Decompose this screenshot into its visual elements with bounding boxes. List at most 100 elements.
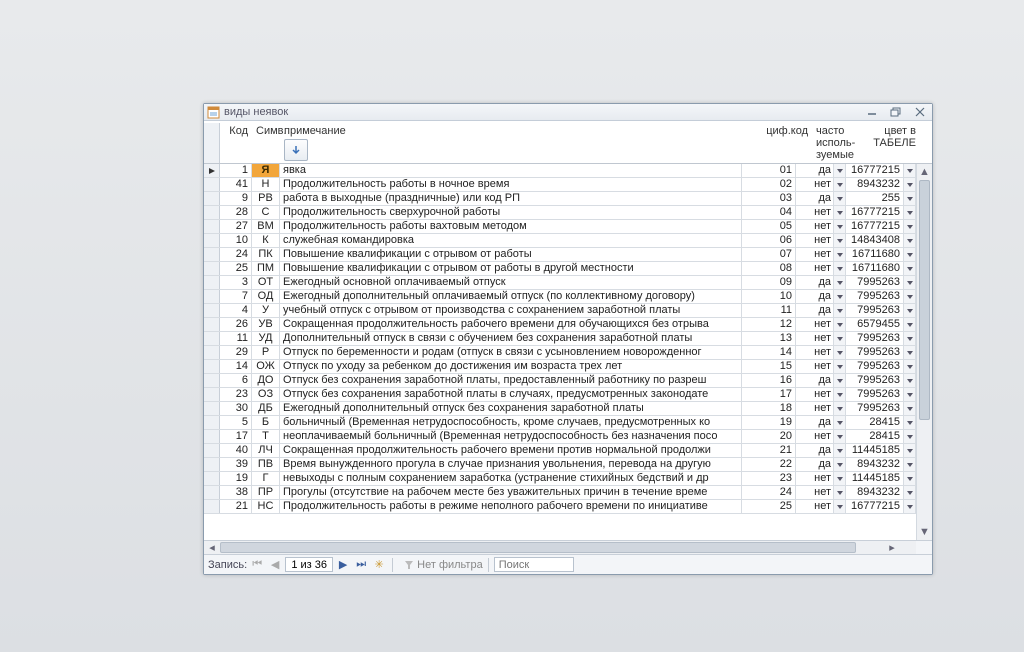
cell-code[interactable]: 27 — [220, 220, 252, 233]
col-note-header[interactable]: примечание — [280, 123, 758, 163]
cell-color[interactable]: 7995263 — [846, 276, 904, 289]
record-selector[interactable] — [204, 248, 220, 261]
cell-note[interactable]: Отпуск без сохранения заработной платы в… — [280, 388, 742, 401]
freq-dropdown-icon[interactable] — [834, 416, 846, 429]
cell-cif[interactable]: 16 — [742, 374, 796, 387]
record-selector[interactable] — [204, 290, 220, 303]
cell-simv[interactable]: Н — [252, 178, 280, 191]
table-row[interactable]: 7ОДЕжегодный дополнительный оплачиваемый… — [204, 290, 916, 304]
cell-code[interactable]: 25 — [220, 262, 252, 275]
col-cif-header[interactable]: циф.код — [758, 123, 812, 163]
record-selector[interactable] — [204, 416, 220, 429]
cell-code[interactable]: 24 — [220, 248, 252, 261]
cell-color[interactable]: 16711680 — [846, 262, 904, 275]
cell-freq[interactable]: нет — [796, 388, 834, 401]
cell-simv[interactable]: УД — [252, 332, 280, 345]
cell-color[interactable]: 8943232 — [846, 178, 904, 191]
cell-freq[interactable]: да — [796, 374, 834, 387]
record-selector[interactable] — [204, 332, 220, 345]
record-selector[interactable] — [204, 192, 220, 205]
cell-simv[interactable]: Г — [252, 472, 280, 485]
cell-cif[interactable]: 03 — [742, 192, 796, 205]
cell-code[interactable]: 23 — [220, 388, 252, 401]
cell-code[interactable]: 6 — [220, 374, 252, 387]
cell-color[interactable]: 11445185 — [846, 472, 904, 485]
table-row[interactable]: 1Яявка01да16777215 — [204, 164, 916, 178]
freq-dropdown-icon[interactable] — [834, 500, 846, 513]
cell-code[interactable]: 7 — [220, 290, 252, 303]
cell-simv[interactable]: НС — [252, 500, 280, 513]
cell-note[interactable]: Ежегодный дополнительный оплачиваемый от… — [280, 290, 742, 303]
cell-freq[interactable]: нет — [796, 500, 834, 513]
cell-note[interactable]: неоплачиваемый больничный (Временная нет… — [280, 430, 742, 443]
cell-note[interactable]: Ежегодный дополнительный отпуск без сохр… — [280, 402, 742, 415]
cell-simv[interactable]: ПР — [252, 486, 280, 499]
cell-cif[interactable]: 24 — [742, 486, 796, 499]
cell-simv[interactable]: Р — [252, 346, 280, 359]
cell-simv[interactable]: ОТ — [252, 276, 280, 289]
cell-freq[interactable]: нет — [796, 360, 834, 373]
cell-note[interactable]: Продолжительность работы вахтовым методо… — [280, 220, 742, 233]
color-dropdown-icon[interactable] — [904, 444, 916, 457]
cell-note[interactable]: Сокращенная продолжительность рабочего в… — [280, 444, 742, 457]
cell-color[interactable]: 7995263 — [846, 304, 904, 317]
scroll-down-icon[interactable]: ▼ — [917, 524, 932, 540]
col-code-header[interactable]: Код — [220, 123, 252, 163]
cell-cif[interactable]: 19 — [742, 416, 796, 429]
cell-code[interactable]: 9 — [220, 192, 252, 205]
cell-simv[interactable]: ВМ — [252, 220, 280, 233]
cell-note[interactable]: Отпуск по беременности и родам (отпуск в… — [280, 346, 742, 359]
cell-note[interactable]: Прогулы (отсутствие на рабочем месте без… — [280, 486, 742, 499]
cell-freq[interactable]: нет — [796, 318, 834, 331]
record-selector[interactable] — [204, 402, 220, 415]
cell-freq[interactable]: нет — [796, 402, 834, 415]
table-row[interactable]: 4Уучебный отпуск с отрывом от производст… — [204, 304, 916, 318]
cell-freq[interactable]: да — [796, 416, 834, 429]
cell-color[interactable]: 28415 — [846, 416, 904, 429]
cell-simv[interactable]: ПК — [252, 248, 280, 261]
cell-cif[interactable]: 22 — [742, 458, 796, 471]
cell-cif[interactable]: 05 — [742, 220, 796, 233]
cell-note[interactable]: Дополнительный отпуск в связи с обучение… — [280, 332, 742, 345]
cell-freq[interactable]: нет — [796, 346, 834, 359]
record-selector[interactable] — [204, 500, 220, 513]
cell-note[interactable]: явка — [280, 164, 742, 177]
table-row[interactable]: 29РОтпуск по беременности и родам (отпус… — [204, 346, 916, 360]
vertical-scrollbar[interactable]: ▲ ▼ — [916, 164, 932, 540]
table-row[interactable]: 26УВСокращенная продолжительность рабоче… — [204, 318, 916, 332]
cell-freq[interactable]: да — [796, 290, 834, 303]
freq-dropdown-icon[interactable] — [834, 206, 846, 219]
freq-dropdown-icon[interactable] — [834, 276, 846, 289]
cell-simv[interactable]: ПВ — [252, 458, 280, 471]
cell-note[interactable]: Повышение квалификации с отрывом от рабо… — [280, 262, 742, 275]
freq-dropdown-icon[interactable] — [834, 346, 846, 359]
cell-cif[interactable]: 25 — [742, 500, 796, 513]
record-selector[interactable] — [204, 346, 220, 359]
cell-color[interactable]: 255 — [846, 192, 904, 205]
cell-color[interactable]: 7995263 — [846, 388, 904, 401]
cell-freq[interactable]: да — [796, 444, 834, 457]
cell-note[interactable]: работа в выходные (праздничные) или код … — [280, 192, 742, 205]
cell-cif[interactable]: 04 — [742, 206, 796, 219]
cell-color[interactable]: 16711680 — [846, 248, 904, 261]
cell-simv[interactable]: С — [252, 206, 280, 219]
table-row[interactable]: 3ОТЕжегодный основной оплачиваемый отпус… — [204, 276, 916, 290]
color-dropdown-icon[interactable] — [904, 374, 916, 387]
freq-dropdown-icon[interactable] — [834, 388, 846, 401]
cell-cif[interactable]: 01 — [742, 164, 796, 177]
freq-dropdown-icon[interactable] — [834, 444, 846, 457]
col-simv-header[interactable]: Симв. — [252, 123, 280, 163]
cell-code[interactable]: 38 — [220, 486, 252, 499]
restore-button[interactable] — [886, 105, 906, 118]
cell-cif[interactable]: 15 — [742, 360, 796, 373]
freq-dropdown-icon[interactable] — [834, 164, 846, 177]
cell-note[interactable]: Сокращенная продолжительность рабочего в… — [280, 318, 742, 331]
freq-dropdown-icon[interactable] — [834, 304, 846, 317]
record-selector[interactable] — [204, 374, 220, 387]
record-selector[interactable] — [204, 304, 220, 317]
color-dropdown-icon[interactable] — [904, 486, 916, 499]
cell-note[interactable]: больничный (Временная нетрудоспособность… — [280, 416, 742, 429]
table-row[interactable]: 38ПРПрогулы (отсутствие на рабочем месте… — [204, 486, 916, 500]
cell-simv[interactable]: УВ — [252, 318, 280, 331]
cell-code[interactable]: 41 — [220, 178, 252, 191]
